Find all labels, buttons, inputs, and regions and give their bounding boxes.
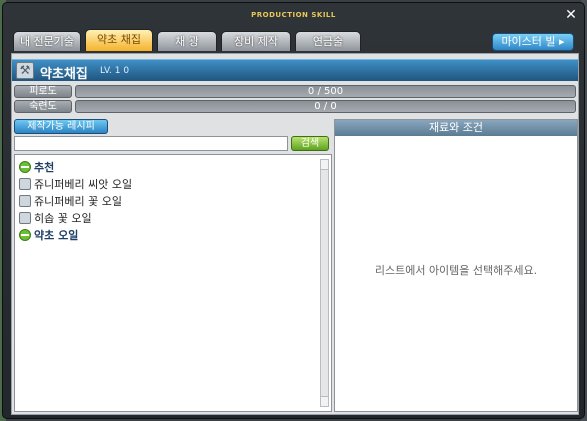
recipe-item-icon [19, 212, 31, 224]
fatigue-label: 피로도 [14, 85, 72, 98]
materials-panel: 재료와 조건 리스트에서 아이템을 선택해주세요. [334, 119, 578, 412]
collapse-icon[interactable] [19, 161, 31, 173]
scroll-up-button[interactable] [321, 160, 328, 170]
mastery-row: 숙련도 0 / 0 [14, 100, 578, 113]
skill-header: ⚒ 약초채집 LV. 1 0 [12, 59, 578, 82]
tab-my-skills[interactable]: 내 전문기술 [13, 31, 81, 51]
recipe-label: 히솝 꽃 오일 [34, 212, 92, 225]
category-herb-oil[interactable]: 약초 오일 [19, 227, 132, 244]
production-skill-window: PRODUCTION SKILL ✕ 내 전문기술 약초 채집 채 광 장비 제… [2, 2, 585, 419]
recipe-label: 쥬니퍼베리 씨앗 오일 [34, 178, 133, 191]
search-input[interactable] [14, 136, 288, 151]
window-title: PRODUCTION SKILL [251, 11, 336, 19]
skill-level: LV. 1 0 [100, 66, 130, 76]
tab-bar: 내 전문기술 약초 채집 채 광 장비 제작 연금술 [13, 29, 365, 51]
tab-herb-gathering[interactable]: 약초 채집 [85, 29, 153, 51]
craftable-recipes-button[interactable]: 제작가능 레시피 [14, 119, 108, 134]
scroll-down-button[interactable] [321, 396, 328, 406]
tab-mining[interactable]: 채 광 [157, 31, 217, 51]
close-button[interactable]: ✕ [564, 8, 578, 22]
category-label: 약초 오일 [34, 229, 79, 242]
fatigue-bar: 0 / 500 [75, 85, 576, 98]
recipe-item-icon [19, 195, 31, 207]
fatigue-row: 피로도 0 / 500 [14, 85, 578, 98]
mastery-bar: 0 / 0 [75, 100, 576, 113]
select-item-message: 리스트에서 아이템을 선택해주세요. [374, 264, 538, 277]
tab-smithing[interactable]: 장비 제작 [221, 31, 291, 51]
list-scrollbar[interactable] [320, 159, 329, 407]
tab-alchemy[interactable]: 연금술 [295, 31, 361, 51]
category-label: 추천 [34, 161, 55, 174]
title-bar[interactable]: PRODUCTION SKILL ✕ [3, 3, 584, 27]
search-button[interactable]: 검색 [291, 136, 329, 151]
mastery-label: 숙련도 [14, 100, 72, 113]
meister-ville-button[interactable]: 마이스터 빌 ▸ [492, 33, 574, 51]
herb-pick-icon: ⚒ [16, 62, 34, 79]
recipe-list: 추천 쥬니퍼베리 씨앗 오일 쥬니퍼베리 꽃 오일 히솝 꽃 오일 약초 오일 [19, 159, 132, 244]
recipe-list-panel: 추천 쥬니퍼베리 씨앗 오일 쥬니퍼베리 꽃 오일 히솝 꽃 오일 약초 오일 [14, 154, 332, 412]
skill-name: 약초채집 [40, 67, 88, 82]
recipe-label: 쥬니퍼베리 꽃 오일 [34, 195, 122, 208]
content-panel: ⚒ 약초채집 LV. 1 0 피로도 0 / 500 숙련도 0 / 0 제작가… [11, 53, 579, 415]
expand-icon[interactable] [19, 229, 31, 241]
fatigue-value: 0 / 500 [307, 86, 344, 97]
category-recommended[interactable]: 추천 [19, 159, 132, 176]
recipe-item-icon [19, 178, 31, 190]
list-item[interactable]: 히솝 꽃 오일 [19, 210, 132, 227]
materials-header: 재료와 조건 [335, 120, 577, 136]
mastery-value: 0 / 0 [314, 101, 337, 112]
list-item[interactable]: 쥬니퍼베리 씨앗 오일 [19, 176, 132, 193]
list-item[interactable]: 쥬니퍼베리 꽃 오일 [19, 193, 132, 210]
